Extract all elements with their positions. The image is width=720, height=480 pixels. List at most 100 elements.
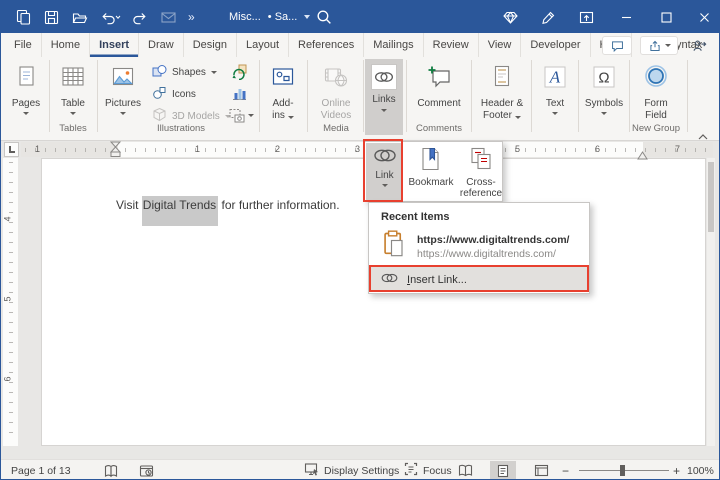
zoom-in-button[interactable]: + xyxy=(673,460,680,480)
display-settings-button[interactable]: Display Settings xyxy=(304,460,399,480)
tab-references[interactable]: References xyxy=(288,33,363,57)
zoom-slider-thumb[interactable] xyxy=(620,465,625,476)
chevron-down-icon xyxy=(665,44,671,47)
vertical-scrollbar[interactable] xyxy=(707,158,715,446)
tab-mailings[interactable]: Mailings xyxy=(363,33,422,57)
icons-button[interactable]: Icons xyxy=(152,85,196,103)
text-button[interactable]: A Text xyxy=(535,59,575,135)
header-footer-button[interactable]: Header & Footer xyxy=(475,59,529,135)
cross-reference-icon xyxy=(469,147,493,174)
tab-layout[interactable]: Layout xyxy=(236,33,288,57)
indent-marker[interactable] xyxy=(110,141,121,163)
link-submenu: Recent Items https://www.digitaltrends.c… xyxy=(368,202,590,294)
open-folder-icon[interactable] xyxy=(71,9,88,26)
insert-link-icon xyxy=(381,272,398,287)
chart-button[interactable] xyxy=(231,85,248,102)
svg-text:A: A xyxy=(549,68,561,87)
bookmark-icon xyxy=(420,147,442,174)
ink-editor-icon[interactable] xyxy=(531,1,565,33)
group-label-media: Media xyxy=(311,123,361,134)
recent-link-subtitle: https://www.digitaltrends.com/ xyxy=(417,248,556,260)
chevron-down-icon xyxy=(601,112,607,115)
shapes-button[interactable]: Shapes xyxy=(152,63,217,81)
add-ins-button[interactable]: Add- ins xyxy=(263,59,303,135)
tab-review[interactable]: Review xyxy=(423,33,478,57)
read-mode-button[interactable] xyxy=(452,461,478,480)
icons-icon xyxy=(152,85,167,103)
redo-icon[interactable] xyxy=(132,9,149,26)
text-icon: A xyxy=(542,64,568,94)
tab-file[interactable]: File xyxy=(5,33,41,57)
group-label-tables: Tables xyxy=(53,123,93,134)
focus-button[interactable]: Focus xyxy=(404,460,452,480)
ruler-mark: 1 xyxy=(195,144,200,154)
chevron-down-icon xyxy=(304,15,310,19)
paste-icon[interactable] xyxy=(15,9,32,26)
chevron-down-icon xyxy=(552,112,558,115)
clipboard-icon xyxy=(383,230,407,263)
document-title[interactable]: Misc... • Sa... xyxy=(229,1,310,33)
tab-selector-button[interactable] xyxy=(4,142,19,157)
pages-button[interactable]: Pages xyxy=(7,59,45,135)
bookmark-menu-item[interactable]: Bookmark xyxy=(403,143,459,201)
links-icon xyxy=(371,64,397,90)
comments-button[interactable] xyxy=(602,36,632,55)
link-menu-item[interactable]: Link xyxy=(366,143,403,201)
qat-overflow-button[interactable]: » xyxy=(188,10,196,24)
share-button[interactable] xyxy=(640,36,678,55)
screenshot-button[interactable] xyxy=(229,107,254,124)
svg-text:Ω: Ω xyxy=(598,70,609,87)
tab-developer[interactable]: Developer xyxy=(520,33,589,57)
symbols-button[interactable]: Ω Symbols xyxy=(582,59,626,135)
group-label-comments: Comments xyxy=(410,123,468,134)
display-settings-icon xyxy=(304,462,319,479)
ribbon-display-options-icon[interactable] xyxy=(569,1,603,33)
document-text-line[interactable]: Visit Digital Trends for further informa… xyxy=(116,198,340,212)
recent-link-title[interactable]: https://www.digitaltrends.com/ xyxy=(417,234,569,246)
tab-design[interactable]: Design xyxy=(183,33,236,57)
tab-view[interactable]: View xyxy=(478,33,521,57)
autosave-history-icon[interactable] xyxy=(139,460,154,480)
chevron-down-icon xyxy=(23,112,29,115)
vertical-ruler[interactable]: 4 5 6 xyxy=(3,158,18,446)
ruler-mark: 7 xyxy=(675,144,680,154)
table-icon xyxy=(60,64,86,94)
print-layout-button[interactable] xyxy=(490,461,516,480)
addin-gem-icon[interactable] xyxy=(493,1,527,33)
undo-icon[interactable] xyxy=(99,9,121,26)
ruler-mark: 3 xyxy=(355,144,360,154)
links-button[interactable]: Links xyxy=(365,59,403,135)
pictures-icon xyxy=(110,64,136,94)
ruler-mark: 1 xyxy=(35,144,40,154)
group-label-new-group: New Group xyxy=(629,123,683,134)
tab-home[interactable]: Home xyxy=(41,33,89,57)
ribbon: Pages Table Tables Pictures Shapes Icons xyxy=(1,57,719,141)
chevron-down-icon xyxy=(288,116,294,119)
cross-reference-menu-item[interactable]: Cross- reference xyxy=(459,143,503,201)
save-icon[interactable] xyxy=(43,9,60,26)
minimize-button[interactable] xyxy=(609,1,643,33)
web-layout-button[interactable] xyxy=(528,461,554,480)
ruler-mark: 6 xyxy=(3,376,13,381)
close-button[interactable] xyxy=(687,1,720,33)
chevron-down-icon xyxy=(248,114,254,117)
presenter-icon[interactable] xyxy=(691,38,708,59)
scrollbar-thumb[interactable] xyxy=(708,162,714,232)
zoom-level[interactable]: 100% xyxy=(687,460,714,480)
tab-draw[interactable]: Draw xyxy=(138,33,183,57)
ruler-mark: 5 xyxy=(3,296,13,301)
page-indicator[interactable]: Page 1 of 13 xyxy=(11,460,71,480)
zoom-out-button[interactable]: − xyxy=(562,460,569,480)
symbols-icon: Ω xyxy=(591,64,617,94)
tab-insert[interactable]: Insert xyxy=(89,33,138,57)
email-icon xyxy=(160,9,177,26)
insert-link-menu-item[interactable]: Insert Link... xyxy=(371,267,589,292)
smartart-button[interactable] xyxy=(231,63,248,80)
right-indent-marker[interactable] xyxy=(637,147,648,165)
autosave-status: • Sa... xyxy=(268,11,298,23)
search-icon[interactable] xyxy=(315,8,333,31)
maximize-button[interactable] xyxy=(649,1,683,33)
proofing-icon[interactable] xyxy=(104,460,118,480)
tab-stop-icon xyxy=(9,146,15,153)
word-window: » Misc... • Sa... File Home Insert Draw … xyxy=(0,0,720,480)
